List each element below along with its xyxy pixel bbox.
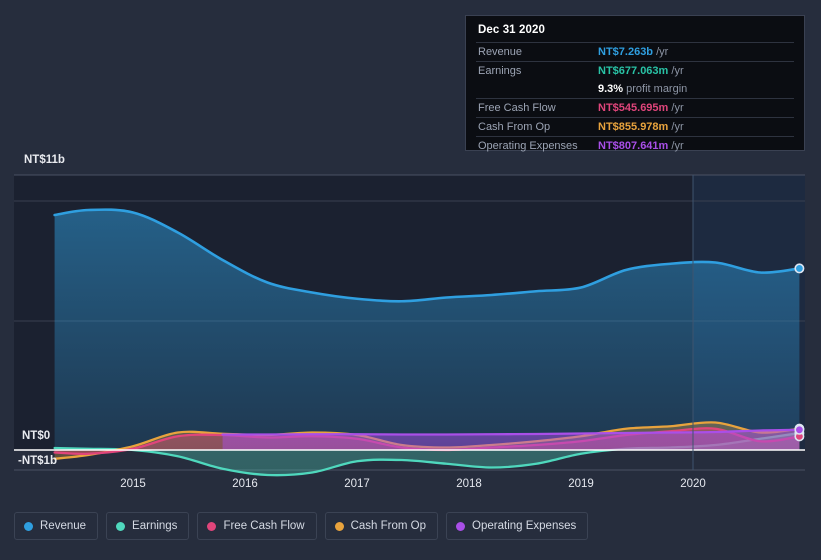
legend-label-operating-expenses: Operating Expenses bbox=[472, 520, 577, 532]
tooltip-amount-opex: NT$807.641m bbox=[598, 140, 669, 152]
tooltip-amount-cfo: NT$855.978m bbox=[598, 121, 669, 133]
legend-label-earnings: Earnings bbox=[132, 520, 178, 532]
tooltip-unit-opex: /yr bbox=[671, 140, 684, 152]
tooltip-value-earnings: NT$677.063m /yr bbox=[596, 62, 794, 81]
tooltip-row-fcf: Free Cash Flow NT$545.695m /yr bbox=[476, 98, 794, 118]
tooltip-label-cfo: Cash From Op bbox=[478, 121, 551, 133]
tooltip-row-opex: Operating Expenses NT$807.641m /yr bbox=[476, 136, 794, 156]
tooltip-unit-earnings: /yr bbox=[671, 65, 684, 77]
tooltip-value-opex: NT$807.641m /yr bbox=[596, 137, 794, 156]
legend-label-free-cash-flow: Free Cash Flow bbox=[223, 520, 305, 532]
x-tick-2015: 2015 bbox=[120, 478, 146, 490]
legend-item-free-cash-flow[interactable]: Free Cash Flow bbox=[197, 512, 317, 540]
tooltip-value-cfo: NT$855.978m /yr bbox=[596, 118, 794, 137]
legend-item-revenue[interactable]: Revenue bbox=[14, 512, 99, 540]
chart-area: NT$11b NT$0 -NT$1b bbox=[0, 150, 821, 500]
tooltip-value-margin: 9.3% profit margin bbox=[596, 80, 794, 99]
chart-tooltip: Dec 31 2020 Revenue NT$7.263b /yr Earnin… bbox=[465, 15, 805, 152]
x-tick-2018: 2018 bbox=[456, 478, 482, 490]
y-axis-negative-label: -NT$1b bbox=[18, 455, 57, 467]
tooltip-label-fcf: Free Cash Flow bbox=[478, 102, 556, 114]
endpoint-marker-operating-expenses bbox=[794, 424, 805, 435]
x-tick-2019: 2019 bbox=[568, 478, 594, 490]
legend-dot-cash-from-op-icon bbox=[334, 521, 344, 531]
y-axis-zero-label: NT$0 bbox=[22, 430, 51, 442]
legend-label-cash-from-op: Cash From Op bbox=[350, 520, 427, 532]
chart-plot-svg bbox=[14, 174, 805, 477]
tooltip-date: Dec 31 2020 bbox=[478, 24, 545, 36]
x-tick-2020: 2020 bbox=[680, 478, 706, 490]
tooltip-label-earnings: Earnings bbox=[478, 65, 522, 77]
tooltip-row-cfo: Cash From Op NT$855.978m /yr bbox=[476, 117, 794, 137]
tooltip-table: Revenue NT$7.263b /yr Earnings NT$677.06… bbox=[476, 42, 794, 155]
tooltip-label-revenue: Revenue bbox=[478, 46, 523, 58]
legend-item-operating-expenses[interactable]: Operating Expenses bbox=[446, 512, 589, 540]
legend-dot-operating-expenses-icon bbox=[456, 521, 466, 531]
legend-dot-earnings-icon bbox=[116, 521, 126, 531]
tooltip-amount-margin: 9.3% bbox=[598, 83, 624, 95]
legend-dot-revenue-icon bbox=[24, 521, 33, 531]
tooltip-value-fcf: NT$545.695m /yr bbox=[596, 99, 794, 118]
tooltip-label-margin-spacer bbox=[476, 80, 596, 99]
tooltip-unit-fcf: /yr bbox=[671, 102, 684, 114]
tooltip-amount-revenue: NT$7.263b bbox=[598, 46, 654, 58]
tooltip-row-margin: 9.3% profit margin bbox=[476, 80, 794, 99]
legend-item-cash-from-op[interactable]: Cash From Op bbox=[324, 512, 439, 540]
chart-legend: Revenue Earnings Free Cash Flow Cash Fro… bbox=[14, 512, 589, 540]
legend-dot-free-cash-flow-icon bbox=[207, 521, 217, 531]
legend-label-revenue: Revenue bbox=[40, 520, 87, 532]
tooltip-label-opex: Operating Expenses bbox=[478, 140, 578, 152]
x-tick-2017: 2017 bbox=[344, 478, 370, 490]
tooltip-unit-revenue: /yr bbox=[656, 46, 669, 58]
tooltip-unit-margin: profit margin bbox=[626, 83, 688, 95]
tooltip-amount-fcf: NT$545.695m bbox=[598, 102, 669, 114]
tooltip-amount-earnings: NT$677.063m bbox=[598, 65, 669, 77]
endpoint-marker-revenue bbox=[794, 263, 805, 274]
tooltip-value-revenue: NT$7.263b /yr bbox=[596, 43, 794, 62]
x-tick-2016: 2016 bbox=[232, 478, 258, 490]
legend-item-earnings[interactable]: Earnings bbox=[106, 512, 190, 540]
tooltip-unit-cfo: /yr bbox=[671, 121, 684, 133]
tooltip-row-revenue: Revenue NT$7.263b /yr bbox=[476, 42, 794, 62]
tooltip-row-earnings: Earnings NT$677.063m /yr bbox=[476, 61, 794, 81]
x-axis: 2015 2016 2017 2018 2019 2020 bbox=[0, 470, 821, 500]
chart-page: Dec 31 2020 Revenue NT$7.263b /yr Earnin… bbox=[0, 0, 821, 560]
